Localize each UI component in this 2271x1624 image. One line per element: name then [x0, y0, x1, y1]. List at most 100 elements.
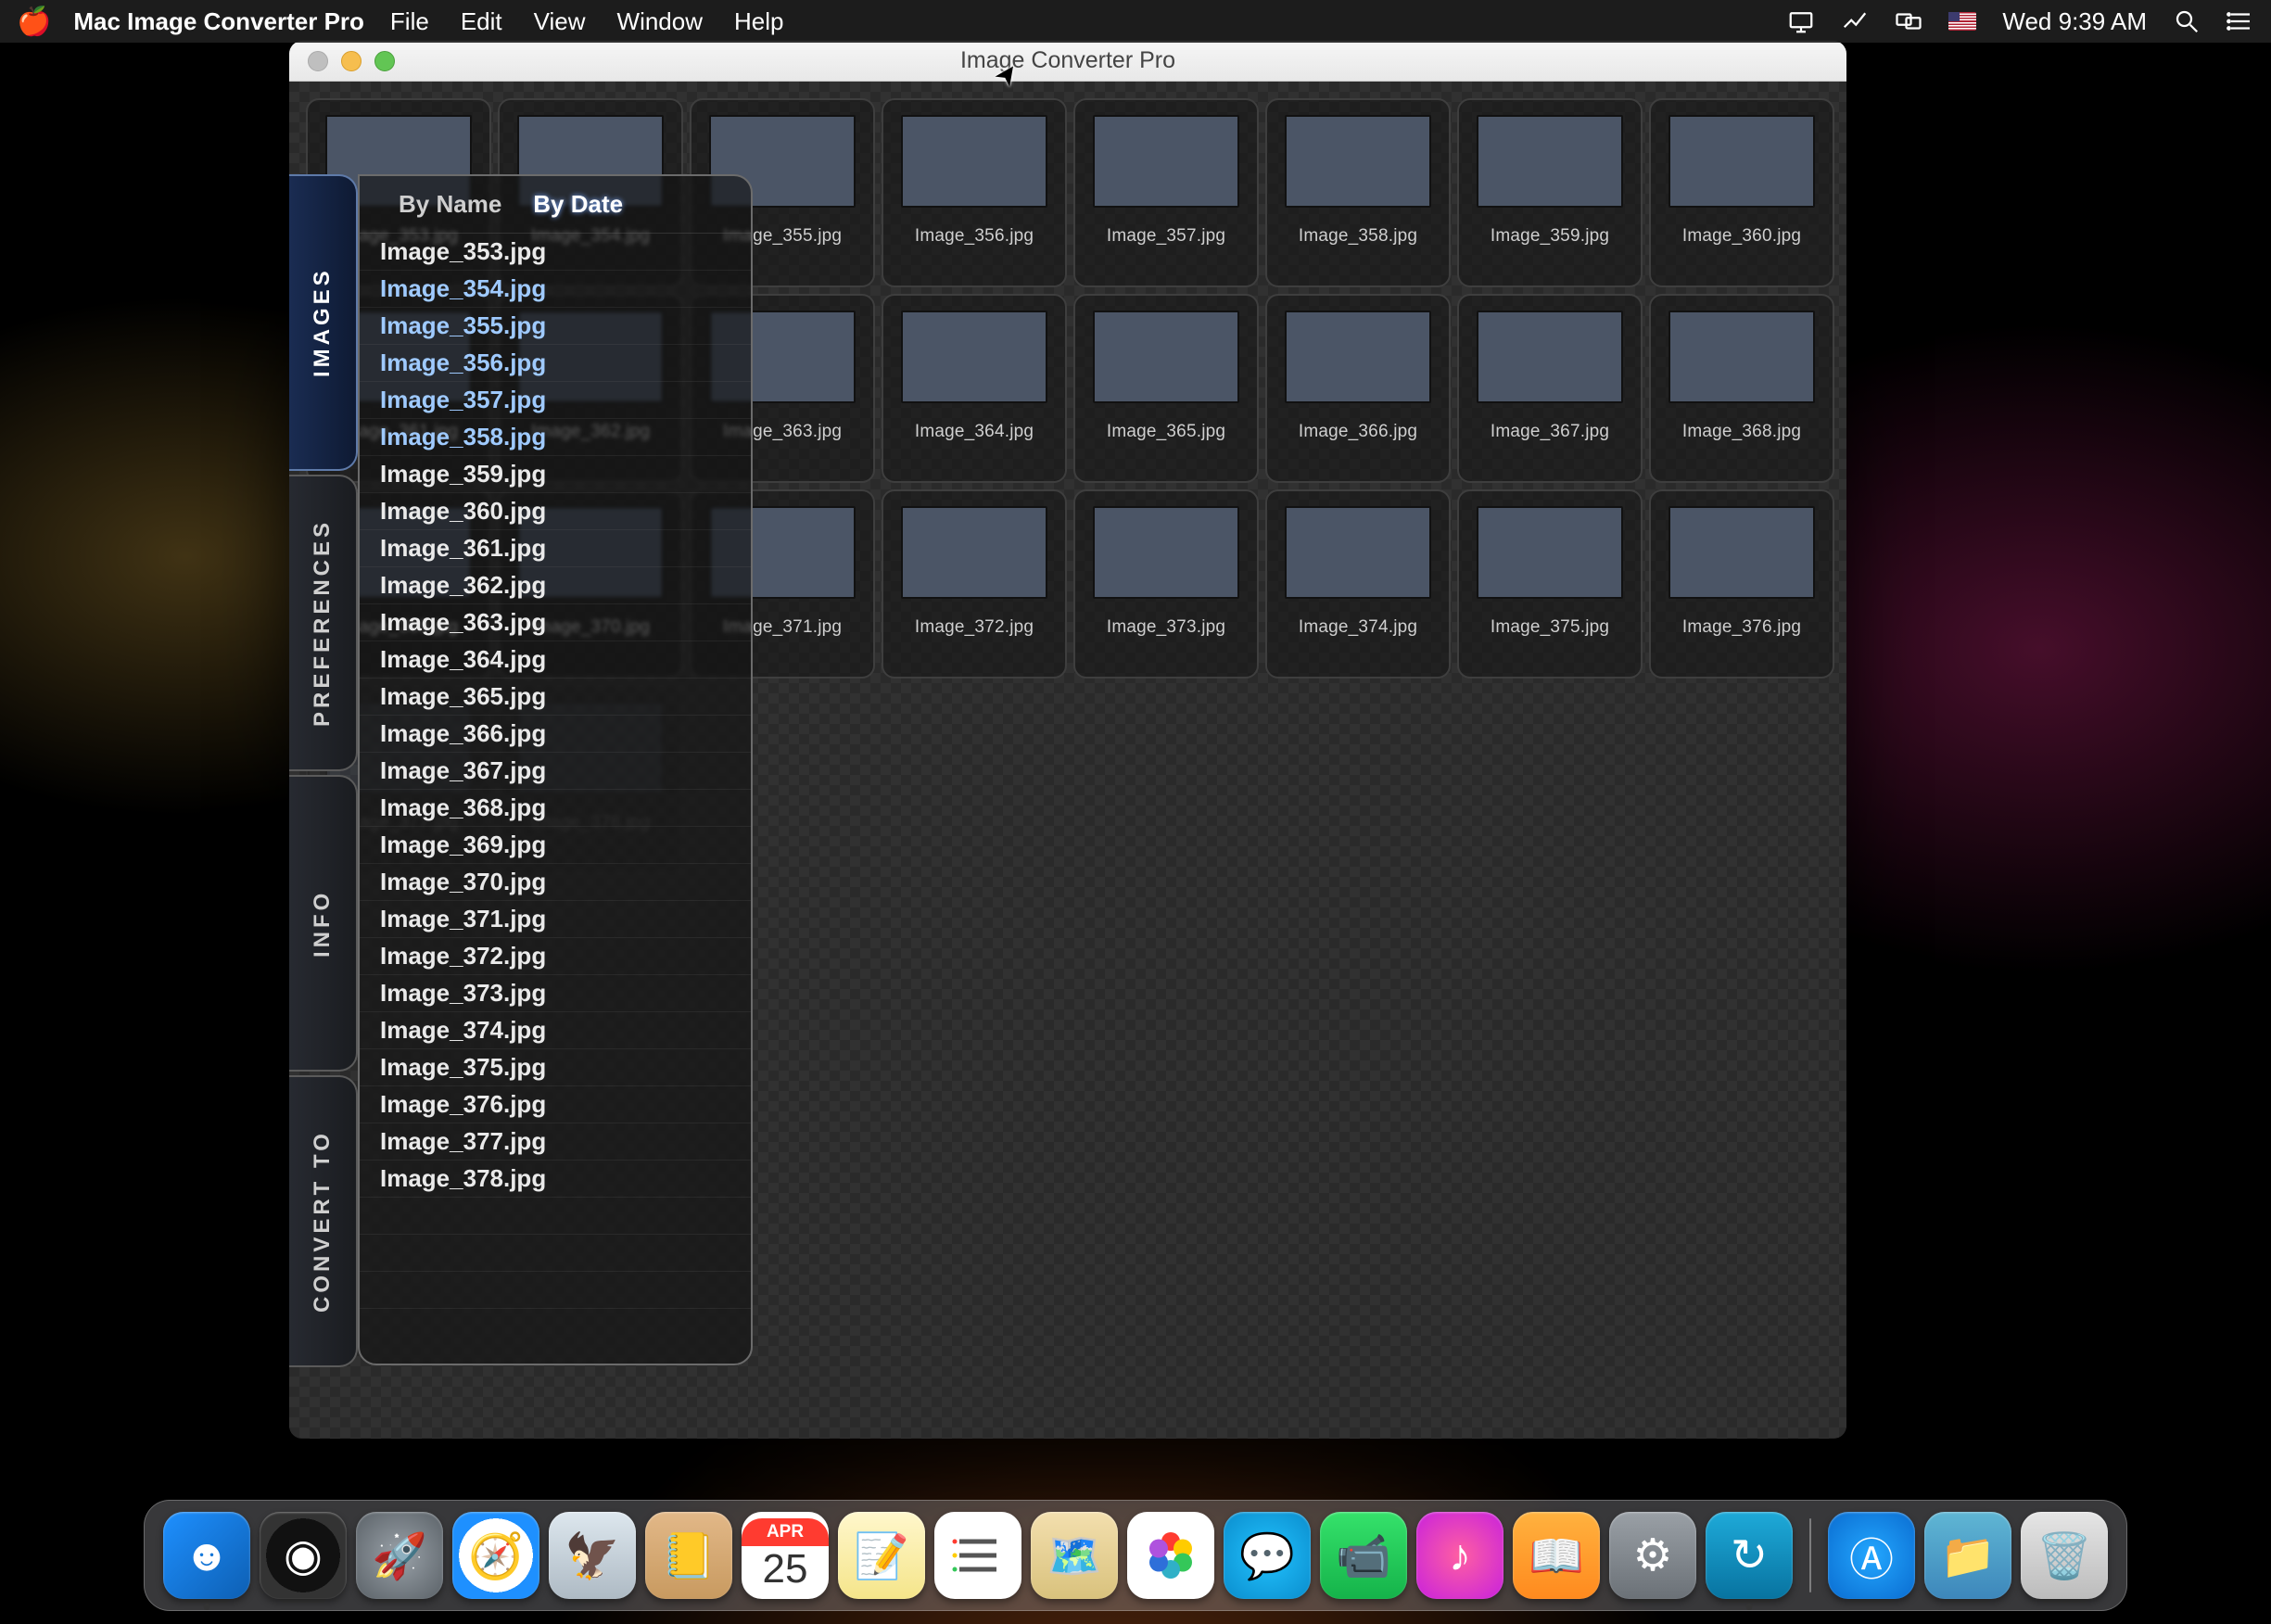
- file-list-item[interactable]: Image_356.jpg: [360, 345, 751, 382]
- dock-calendar-day: 25: [763, 1546, 808, 1592]
- thumbnail[interactable]: Image_375.jpg: [1457, 489, 1643, 679]
- file-list[interactable]: Image_353.jpgImage_354.jpgImage_355.jpgI…: [360, 234, 751, 1364]
- thumbnail[interactable]: Image_374.jpg: [1265, 489, 1451, 679]
- thumbnail-label: Image_376.jpg: [1682, 617, 1801, 638]
- dock-appstore-icon[interactable]: Ⓐ: [1828, 1512, 1915, 1599]
- window-minimize-button[interactable]: [341, 51, 362, 71]
- menu-file[interactable]: File: [390, 7, 429, 36]
- thumbnail[interactable]: Image_356.jpg: [882, 98, 1067, 287]
- dock-facetime-icon[interactable]: 📹: [1320, 1512, 1407, 1599]
- status-input-flag[interactable]: [1948, 12, 1976, 31]
- thumbnail[interactable]: Image_376.jpg: [1649, 489, 1834, 679]
- file-list-item[interactable]: Image_366.jpg: [360, 716, 751, 753]
- thumbnail-label: Image_358.jpg: [1299, 226, 1417, 247]
- dock-maps-icon[interactable]: 🗺️: [1031, 1512, 1118, 1599]
- dock-photos-icon[interactable]: [1127, 1512, 1214, 1599]
- file-list-item[interactable]: Image_353.jpg: [360, 234, 751, 271]
- file-list-item[interactable]: Image_374.jpg: [360, 1012, 751, 1049]
- thumbnail-label: Image_364.jpg: [915, 422, 1034, 442]
- thumbnail[interactable]: Image_357.jpg: [1073, 98, 1259, 287]
- status-display-icon[interactable]: [1787, 7, 1815, 35]
- tab-convert-to[interactable]: CONVERT TO: [289, 1075, 358, 1367]
- thumbnail[interactable]: Image_372.jpg: [882, 489, 1067, 679]
- thumbnail[interactable]: Image_366.jpg: [1265, 294, 1451, 483]
- file-list-item[interactable]: Image_362.jpg: [360, 567, 751, 604]
- file-list-item[interactable]: Image_363.jpg: [360, 604, 751, 641]
- dock-system-preferences-icon[interactable]: ⚙: [1609, 1512, 1696, 1599]
- file-list-item[interactable]: Image_359.jpg: [360, 456, 751, 493]
- dock-siri-icon[interactable]: ◉: [260, 1512, 347, 1599]
- file-list-item[interactable]: Image_371.jpg: [360, 901, 751, 938]
- status-screens-icon[interactable]: [1895, 7, 1922, 35]
- dock-calendar-icon[interactable]: APR 25: [742, 1512, 829, 1599]
- menubar-app-name[interactable]: Mac Image Converter Pro: [73, 7, 364, 36]
- file-list-item[interactable]: Image_364.jpg: [360, 641, 751, 679]
- thumbnail-label: Image_367.jpg: [1491, 422, 1609, 442]
- file-list-item[interactable]: Image_373.jpg: [360, 975, 751, 1012]
- file-list-item[interactable]: Image_367.jpg: [360, 753, 751, 790]
- file-list-item[interactable]: Image_361.jpg: [360, 530, 751, 567]
- file-list-item[interactable]: Image_360.jpg: [360, 493, 751, 530]
- dock-image-converter-icon[interactable]: ↻: [1706, 1512, 1793, 1599]
- file-list-item[interactable]: Image_357.jpg: [360, 382, 751, 419]
- spotlight-icon[interactable]: [2173, 7, 2201, 35]
- menu-help[interactable]: Help: [734, 7, 783, 36]
- sort-row: By Name By Date: [360, 176, 751, 234]
- file-list-item[interactable]: Image_378.jpg: [360, 1161, 751, 1198]
- menubar-clock[interactable]: Wed 9:39 AM: [2002, 7, 2147, 36]
- tab-info[interactable]: INFO: [289, 775, 358, 1072]
- file-list-item[interactable]: Image_365.jpg: [360, 679, 751, 716]
- thumbnail-image: [1285, 506, 1431, 599]
- dock-trash-icon[interactable]: 🗑️: [2021, 1512, 2108, 1599]
- file-list-item[interactable]: Image_355.jpg: [360, 308, 751, 345]
- window-close-button[interactable]: [308, 51, 328, 71]
- dock-finder-icon[interactable]: ☻: [163, 1512, 250, 1599]
- thumbnail[interactable]: Image_360.jpg: [1649, 98, 1834, 287]
- window-titlebar[interactable]: Image Converter Pro: [289, 41, 1846, 82]
- dock-launchpad-icon[interactable]: 🚀: [356, 1512, 443, 1599]
- dock-safari-icon[interactable]: 🧭: [452, 1512, 539, 1599]
- file-list-item[interactable]: Image_358.jpg: [360, 419, 751, 456]
- sort-by-date[interactable]: By Date: [533, 190, 623, 219]
- dock-ibooks-icon[interactable]: 📖: [1513, 1512, 1600, 1599]
- thumbnail[interactable]: Image_373.jpg: [1073, 489, 1259, 679]
- dock-messages-icon[interactable]: 💬: [1224, 1512, 1311, 1599]
- thumbnail-image: [1093, 311, 1239, 403]
- apple-menu-icon[interactable]: 🍎: [17, 6, 51, 38]
- thumbnail-image: [1093, 115, 1239, 208]
- file-list-item[interactable]: Image_370.jpg: [360, 864, 751, 901]
- menu-window[interactable]: Window: [617, 7, 703, 36]
- dock-contacts-icon[interactable]: 📒: [645, 1512, 732, 1599]
- thumbnail[interactable]: Image_365.jpg: [1073, 294, 1259, 483]
- window-zoom-button[interactable]: [374, 51, 395, 71]
- tab-images[interactable]: IMAGES: [289, 174, 358, 471]
- file-list-item[interactable]: Image_375.jpg: [360, 1049, 751, 1086]
- thumbnail[interactable]: Image_364.jpg: [882, 294, 1067, 483]
- file-list-item[interactable]: Image_354.jpg: [360, 271, 751, 308]
- file-list-item[interactable]: Image_376.jpg: [360, 1086, 751, 1123]
- status-remote-icon[interactable]: [1841, 7, 1869, 35]
- sort-by-name[interactable]: By Name: [399, 190, 501, 219]
- thumbnail[interactable]: Image_358.jpg: [1265, 98, 1451, 287]
- thumbnail-image: [1668, 115, 1815, 208]
- file-list-item[interactable]: Image_377.jpg: [360, 1123, 751, 1161]
- notification-center-icon[interactable]: [2227, 7, 2254, 35]
- dock-mail-icon[interactable]: 🦅: [549, 1512, 636, 1599]
- file-list-item[interactable]: Image_372.jpg: [360, 938, 751, 975]
- thumbnail-label: Image_366.jpg: [1299, 422, 1417, 442]
- thumbnail[interactable]: Image_367.jpg: [1457, 294, 1643, 483]
- dock-reminders-icon[interactable]: [934, 1512, 1021, 1599]
- file-list-item[interactable]: Image_368.jpg: [360, 790, 751, 827]
- menu-view[interactable]: View: [534, 7, 586, 36]
- thumbnail-label: Image_372.jpg: [915, 617, 1034, 638]
- dock: ☻ ◉ 🚀 🧭 🦅 📒 APR 25 📝 🗺️ 💬 📹 ♪ 📖 ⚙ ↻ Ⓐ 📁 …: [144, 1500, 2127, 1611]
- dock-itunes-icon[interactable]: ♪: [1416, 1512, 1503, 1599]
- menu-edit[interactable]: Edit: [461, 7, 502, 36]
- thumbnail-label: Image_356.jpg: [915, 226, 1034, 247]
- dock-notes-icon[interactable]: 📝: [838, 1512, 925, 1599]
- tab-preferences[interactable]: PREFERENCES: [289, 475, 358, 771]
- thumbnail[interactable]: Image_359.jpg: [1457, 98, 1643, 287]
- file-list-item[interactable]: Image_369.jpg: [360, 827, 751, 864]
- dock-downloads-icon[interactable]: 📁: [1924, 1512, 2011, 1599]
- thumbnail[interactable]: Image_368.jpg: [1649, 294, 1834, 483]
